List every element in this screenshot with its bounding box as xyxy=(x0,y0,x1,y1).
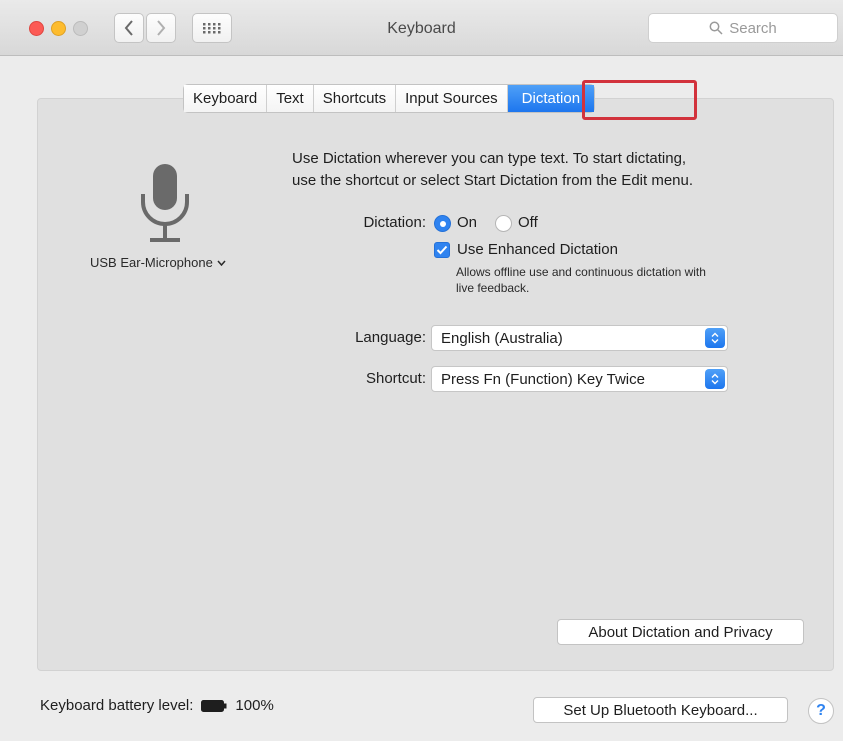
updown-arrows-icon xyxy=(705,328,725,348)
shortcut-select[interactable]: Press Fn (Function) Key Twice xyxy=(431,366,728,392)
enhanced-dictation-description: Allows offline use and continuous dictat… xyxy=(456,264,796,296)
dictation-on-radio[interactable] xyxy=(434,215,451,232)
updown-arrows-icon xyxy=(705,369,725,389)
checkmark-icon xyxy=(436,245,448,255)
chevron-down-icon xyxy=(217,260,226,266)
shortcut-value: Press Fn (Function) Key Twice xyxy=(441,370,645,388)
tab-input-sources[interactable]: Input Sources xyxy=(396,85,508,112)
tab-shortcuts[interactable]: Shortcuts xyxy=(313,85,397,112)
battery-label: Keyboard battery level: xyxy=(40,697,194,714)
dictation-intro-text: Use Dictation wherever you can type text… xyxy=(292,148,792,192)
search-placeholder: Search xyxy=(729,19,777,37)
enhanced-desc-line-1: Allows offline use and continuous dictat… xyxy=(456,265,706,279)
help-button[interactable]: ? xyxy=(808,698,834,724)
microphone-icon xyxy=(130,164,200,251)
enhanced-dictation-checkbox[interactable] xyxy=(434,242,450,258)
battery-value: 100% xyxy=(235,697,274,714)
dictation-off-label: Off xyxy=(518,214,538,231)
battery-icon xyxy=(201,699,227,712)
title-bar: Keyboard Search xyxy=(0,0,843,56)
intro-line-2: use the shortcut or select Start Dictati… xyxy=(292,172,694,189)
enhanced-desc-line-2: live feedback. xyxy=(456,281,530,295)
tab-bar: Keyboard Text Shortcuts Input Sources Di… xyxy=(183,84,596,113)
tab-keyboard[interactable]: Keyboard xyxy=(184,85,268,112)
microphone-source-label: USB Ear-Microphone xyxy=(90,255,213,270)
dictation-on-label: On xyxy=(457,214,478,231)
search-icon xyxy=(709,21,723,35)
tab-dictation[interactable]: Dictation xyxy=(507,85,595,112)
keyboard-battery-status: Keyboard battery level: 100% xyxy=(40,697,274,714)
dictation-off-radio[interactable] xyxy=(495,215,512,232)
dictation-label: Dictation: xyxy=(363,214,426,231)
language-select[interactable]: English (Australia) xyxy=(431,325,728,351)
language-label: Language: xyxy=(355,329,426,346)
microphone-source-menu[interactable]: USB Ear-Microphone xyxy=(90,255,226,270)
set-up-bluetooth-keyboard-button[interactable]: Set Up Bluetooth Keyboard... xyxy=(533,697,788,723)
about-dictation-privacy-button[interactable]: About Dictation and Privacy xyxy=(557,619,804,645)
tab-text[interactable]: Text xyxy=(267,85,314,112)
shortcut-label: Shortcut: xyxy=(365,370,426,387)
search-field[interactable]: Search xyxy=(648,13,838,43)
language-value: English (Australia) xyxy=(441,329,563,347)
intro-line-1: Use Dictation wherever you can type text… xyxy=(292,150,687,167)
enhanced-dictation-label: Use Enhanced Dictation xyxy=(457,241,618,258)
